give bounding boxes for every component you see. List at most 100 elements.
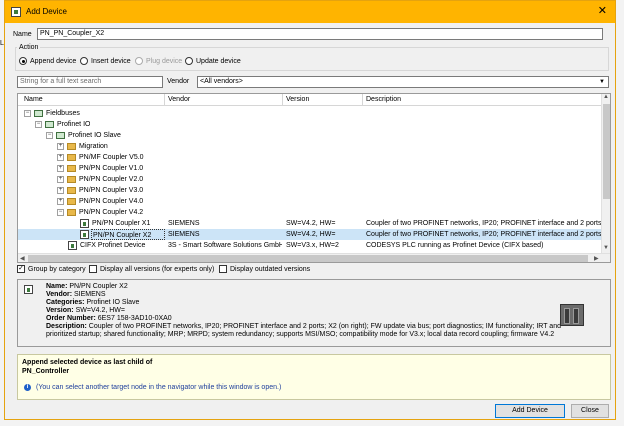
device-tree-grid: Name Vendor Version Description − Fieldb… — [17, 93, 611, 263]
scroll-left-icon[interactable]: ◀ — [20, 255, 25, 262]
tree-row-profinet-io[interactable]: − Profinet IO — [18, 119, 602, 130]
detail-description: Description: Coupler of two PROFINET net… — [46, 323, 561, 330]
folder-icon — [67, 209, 76, 216]
scroll-thumb[interactable] — [28, 255, 588, 262]
row-vendor: 3S - Smart Software Solutions GmbH — [168, 242, 282, 249]
tree-row-pnpn-v20[interactable]: + PN/PN Coupler V2.0 — [18, 174, 602, 185]
row-name: PN/PN Coupler X1 — [92, 220, 151, 227]
scroll-down-icon[interactable]: ▼ — [603, 245, 609, 251]
plug-device-radio: Plug device — [135, 57, 182, 65]
checkbox-icon — [219, 265, 227, 273]
expand-icon[interactable]: + — [57, 176, 64, 183]
expand-icon[interactable]: + — [57, 198, 64, 205]
detail-categories: Categories: Profinet IO Slave — [46, 299, 140, 306]
title-bar[interactable]: Add Device ✕ — [5, 1, 615, 23]
row-description: Coupler of two PROFINET networks, IP20; … — [366, 231, 602, 238]
tree-row-pnpn-v42[interactable]: − PN/PN Coupler V4.2 — [18, 207, 602, 218]
detail-version: Version: SW=V4.2, HW= — [46, 307, 125, 314]
fieldbus-icon — [34, 110, 43, 117]
append-device-label: Append device — [30, 57, 77, 65]
folder-icon — [67, 165, 76, 172]
row-name: PN/PN Coupler V2.0 — [79, 176, 144, 183]
add-device-dialog: Add Device ✕ Name PN_PN_Coupler_X2 Actio… — [4, 0, 616, 420]
radio-icon — [135, 57, 143, 65]
tree-row-pnpn-v10[interactable]: + PN/PN Coupler V1.0 — [18, 163, 602, 174]
tree-row-pnpn-v40[interactable]: + PN/PN Coupler V4.0 — [18, 196, 602, 207]
radio-icon — [185, 57, 193, 65]
detail-description-cont: prioritized startup; shared functionalit… — [46, 331, 555, 338]
collapse-icon[interactable]: − — [46, 132, 53, 139]
detail-order-number: Order Number: 6ES7 158-3AD10-0XA0 — [46, 315, 172, 322]
folder-icon — [67, 187, 76, 194]
name-input[interactable]: PN_PN_Coupler_X2 — [37, 28, 603, 40]
radio-selected-icon — [19, 57, 27, 65]
row-name: Profinet IO — [57, 121, 91, 128]
horizontal-scrollbar[interactable]: ◀ ▶ — [18, 253, 610, 262]
row-name: PN/PN Coupler X2 — [91, 229, 165, 240]
update-device-label: Update device — [196, 57, 241, 65]
collapse-icon[interactable]: − — [57, 209, 64, 216]
tree-row-cifx[interactable]: CIFX Profinet Device 3S - Smart Software… — [18, 240, 602, 251]
device-image — [560, 304, 584, 326]
column-version[interactable]: Version — [286, 96, 309, 103]
tree-row-pnpn-x1[interactable]: PN/PN Coupler X1 SIEMENS SW=V4.2, HW= Co… — [18, 218, 602, 229]
scroll-thumb[interactable] — [603, 104, 610, 199]
expand-icon[interactable]: + — [57, 187, 64, 194]
close-icon[interactable]: ✕ — [598, 4, 607, 18]
collapse-icon[interactable]: − — [35, 121, 42, 128]
expand-icon[interactable]: + — [57, 143, 64, 150]
group-by-category-label: Group by category — [28, 265, 86, 273]
display-outdated-checkbox[interactable]: Display outdated versions — [219, 265, 310, 273]
row-name: PN/PN Coupler V4.2 — [79, 209, 144, 216]
tree-row-pnpn-x2[interactable]: PN/PN Coupler X2 SIEMENS SW=V4.2, HW= Co… — [18, 229, 602, 240]
search-input[interactable]: String for a full text search — [17, 76, 163, 88]
update-device-radio[interactable]: Update device — [185, 57, 241, 65]
fieldbus-icon — [45, 121, 54, 128]
row-description: Coupler of two PROFINET networks, IP20; … — [366, 220, 602, 227]
checkbox-icon — [89, 265, 97, 273]
folder-icon — [67, 198, 76, 205]
expand-icon[interactable]: + — [57, 154, 64, 161]
vertical-scrollbar[interactable]: ▲ ▼ — [601, 94, 610, 254]
collapse-icon[interactable]: − — [24, 110, 31, 117]
group-by-category-checkbox[interactable]: ✓ Group by category — [17, 265, 86, 273]
scroll-right-icon[interactable]: ▶ — [594, 255, 599, 262]
column-description[interactable]: Description — [366, 96, 401, 103]
insert-device-radio[interactable]: Insert device — [80, 57, 131, 65]
scroll-up-icon[interactable]: ▲ — [603, 94, 609, 100]
insert-device-label: Insert device — [91, 57, 131, 65]
append-device-radio[interactable]: Append device — [19, 57, 76, 65]
note-target: PN_Controller — [22, 368, 70, 375]
tree-row-profinet-io-slave[interactable]: − Profinet IO Slave — [18, 130, 602, 141]
device-icon — [80, 219, 89, 228]
column-vendor[interactable]: Vendor — [168, 96, 190, 103]
row-version: SW=V3.x, HW=2 — [286, 242, 339, 249]
expand-icon[interactable]: + — [57, 165, 64, 172]
tree-row-migration[interactable]: + Migration — [18, 141, 602, 152]
window-title: Add Device — [26, 7, 67, 16]
note-hint: (You can select another target node in t… — [36, 384, 282, 391]
folder-icon — [67, 143, 76, 150]
info-icon: i — [24, 384, 31, 391]
row-name: Profinet IO Slave — [68, 132, 121, 139]
detail-vendor: Vendor: SIEMENS — [46, 291, 106, 298]
tree-row-fieldbuses[interactable]: − Fieldbuses — [18, 108, 602, 119]
device-details-panel: Name: PN/PN Coupler X2 Vendor: SIEMENS C… — [17, 279, 611, 347]
tree-row-pnmf-v50[interactable]: + PN/MF Coupler V5.0 — [18, 152, 602, 163]
folder-icon — [67, 176, 76, 183]
display-all-versions-label: Display all versions (for experts only) — [100, 265, 215, 273]
close-button[interactable]: Close — [571, 404, 609, 418]
add-device-button[interactable]: Add Device — [495, 404, 565, 418]
row-description: CODESYS PLC running as Profinet Device (… — [366, 242, 544, 249]
note-line: Append selected device as last child of — [22, 359, 153, 366]
device-icon — [24, 285, 33, 294]
display-all-versions-checkbox[interactable]: Display all versions (for experts only) — [89, 265, 214, 273]
column-name[interactable]: Name — [24, 96, 43, 103]
target-note-panel: Append selected device as last child of … — [17, 354, 611, 400]
row-version: SW=V4.2, HW= — [286, 220, 336, 227]
vendor-select[interactable]: <All vendors> ▼ — [197, 76, 609, 88]
tree-row-pnpn-v30[interactable]: + PN/PN Coupler V3.0 — [18, 185, 602, 196]
plug-device-label: Plug device — [146, 57, 183, 65]
chevron-down-icon: ▼ — [599, 79, 605, 85]
fieldbus-icon — [56, 132, 65, 139]
